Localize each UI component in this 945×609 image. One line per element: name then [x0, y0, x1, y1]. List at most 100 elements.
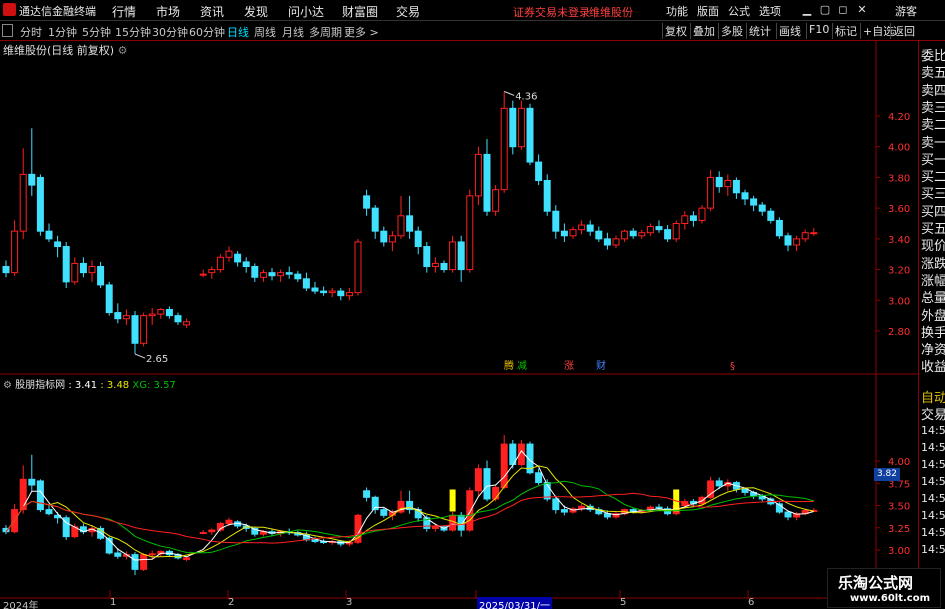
indicator-bar-body [363, 490, 371, 498]
tab-multi-period[interactable]: 多周期 [309, 24, 342, 40]
indicator-bar-body [492, 486, 500, 500]
quote-field-label: 买五 [921, 222, 945, 237]
tab-60min[interactable]: 60分钟 [189, 24, 225, 40]
candle-body [277, 272, 285, 277]
tab-15min[interactable]: 15分钟 [115, 24, 151, 40]
overlay-button[interactable]: 叠加 [690, 23, 717, 39]
indicator-tick-label: 3.00 [888, 546, 910, 557]
indicator-bar-body [380, 509, 388, 516]
maximize-icon[interactable]: ▢ [818, 2, 832, 17]
back-button[interactable]: 返回 [890, 23, 917, 39]
indicator-bar-body [500, 443, 508, 488]
tab-5min[interactable]: 5分钟 [82, 24, 111, 40]
indicator-bar-body [36, 480, 44, 511]
draw-button[interactable]: 画线 [776, 23, 803, 39]
candle-body [750, 198, 758, 206]
tab-30min[interactable]: 30分钟 [152, 24, 188, 40]
candle-body [251, 266, 259, 278]
indicator-name: 股朋指标网 [15, 380, 66, 391]
mark-button[interactable]: 标记 [832, 23, 859, 39]
main-chart-title: 维维股份(日线 前复权) [3, 44, 115, 57]
menu-wealth[interactable]: 财富圈 [342, 3, 378, 20]
candle-body [664, 229, 672, 240]
event-marker: 腾 [504, 359, 514, 372]
candle-body [457, 241, 465, 271]
app-title: 通达信金融终端 [19, 5, 96, 18]
guest-label[interactable]: 游客 [895, 3, 917, 19]
candle-body [157, 309, 165, 315]
candle-body [140, 315, 148, 344]
toolbar-toggle-icon[interactable] [2, 24, 13, 37]
kline-chart-svg[interactable]: 4.204.003.803.603.403.203.002.804.003.75… [0, 41, 918, 599]
tab-more[interactable]: 更多 > [344, 24, 379, 40]
menu-exchange[interactable]: 市场 [156, 3, 180, 20]
menu-market[interactable]: 行情 [112, 3, 136, 20]
candle-body [380, 230, 388, 243]
low-price-label: 2.65 [146, 354, 168, 365]
app-logo-icon [3, 3, 16, 16]
menu-layout[interactable]: 版面 [697, 3, 719, 19]
tab-1min[interactable]: 1分钟 [48, 24, 77, 40]
candle-body [414, 230, 422, 248]
tab-monthly[interactable]: 月线 [282, 24, 304, 40]
indicator-bar-body [225, 519, 233, 525]
menu-discover[interactable]: 发现 [244, 3, 268, 20]
close-icon[interactable]: ✕ [855, 2, 869, 17]
menu-news[interactable]: 资讯 [200, 3, 224, 20]
candle-body [345, 292, 353, 297]
indicator-settings-icon[interactable]: ⚙ [3, 380, 15, 391]
quote-field-label: 买一 [921, 152, 945, 168]
quote-field-label: 买三 [921, 187, 945, 203]
restore-icon[interactable]: ◻ [836, 2, 850, 17]
indicator-bar-body [208, 529, 216, 533]
candle-body [45, 230, 53, 240]
date-label: 2 [228, 597, 235, 608]
quote-field-label: 卖三 [921, 100, 945, 116]
login-status[interactable]: 证券交易未登录 [513, 4, 590, 20]
tab-weekly[interactable]: 周线 [254, 24, 276, 40]
candle-body [775, 219, 783, 237]
candle-body [603, 238, 611, 246]
candle-body [328, 290, 336, 294]
tick-time-label: 14:56 [921, 424, 945, 437]
indicator-header: ⚙ 股朋指标网 : 3.41 : 3.48 XG: 3.57 [3, 376, 176, 391]
minimize-icon[interactable]: ▁ [800, 2, 814, 17]
tab-intraday[interactable]: 分时 [20, 24, 42, 40]
indicator-bar-body [28, 478, 36, 486]
quote-field-label: 卖二 [921, 118, 945, 134]
candle-body [483, 153, 491, 212]
candle-body [131, 315, 139, 344]
chart-area[interactable]: 4.20 4.00 3.80 3.60 3.40 3.20 3.00 2.80 4.00 3.75… [0, 41, 918, 599]
candle-body [810, 232, 818, 235]
stats-button[interactable]: 统计 [746, 23, 773, 39]
candle-body [208, 269, 216, 274]
indicator-bar-body [715, 480, 723, 487]
adjust-button[interactable]: 复权 [662, 23, 689, 39]
quote-field-label: 卖五 [921, 66, 945, 82]
menu-options[interactable]: 选项 [759, 3, 781, 19]
low-pointer [134, 353, 146, 359]
date-label-selected: 2025/03/31/一 [477, 597, 553, 609]
main-chart-header: 维维股份(日线 前复权) ⚙ [3, 42, 127, 58]
menu-formula[interactable]: 公式 [728, 3, 750, 19]
settings-gear-icon[interactable]: ⚙ [118, 44, 128, 57]
quote-field-label: 买四 [921, 204, 945, 220]
multi-stock-button[interactable]: 多股 [718, 23, 745, 39]
candle-body [216, 256, 224, 271]
f10-button[interactable]: F10 [806, 23, 831, 39]
candle-body [2, 266, 10, 274]
menu-ask[interactable]: 问小达 [288, 3, 324, 20]
indicator-xg: XG: 3.57 [132, 380, 176, 391]
menu-trade[interactable]: 交易 [396, 3, 420, 20]
menu-function[interactable]: 功能 [666, 3, 688, 19]
tab-daily[interactable]: 日线 [227, 24, 249, 40]
candle-body [492, 189, 500, 212]
candle-body [672, 223, 680, 240]
high-price-label: 4.36 [515, 91, 537, 102]
quote-field-label: 收益 [921, 360, 945, 376]
indicator-bar-body [140, 554, 148, 570]
candle-body [732, 180, 740, 194]
candle-body [285, 272, 293, 275]
period-toolbar: 分时 1分钟 5分钟 15分钟 30分钟 60分钟 日线 周线 月线 多周期 更… [0, 21, 945, 41]
candle-body [71, 262, 79, 283]
